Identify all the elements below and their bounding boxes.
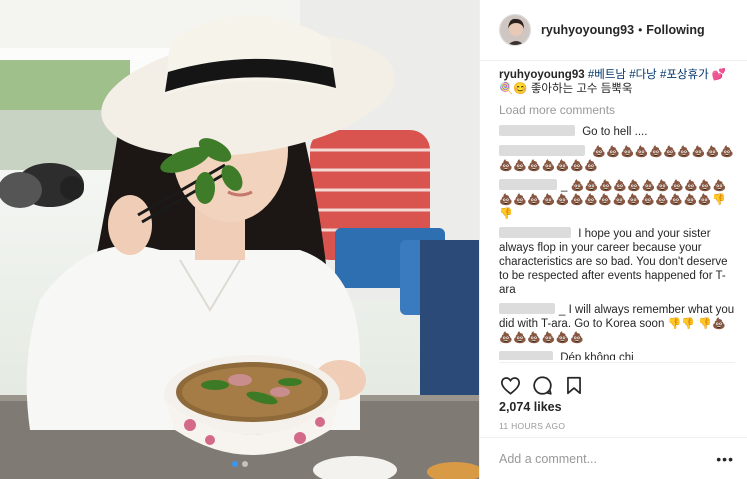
comment-item: I hope you and your sister always flop i… [499, 227, 735, 297]
comment-item: Go to hell .... [499, 125, 735, 139]
likes-count[interactable]: 2,074 likes [499, 400, 562, 414]
username-suffix: _ [561, 180, 568, 192]
hashtag-link[interactable]: #다낭 [629, 69, 657, 81]
blurred-username[interactable] [499, 351, 553, 360]
hashtag-link[interactable]: #베트남 [588, 69, 626, 81]
add-comment-input[interactable] [499, 451, 717, 466]
heart-emoji: 💕 [711, 69, 727, 81]
comment-item: 💩💩💩💩💩💩💩💩💩💩💩💩💩💩💩💩💩 [499, 145, 735, 173]
post-header: ryuhyoyoung93 • Following [480, 0, 747, 61]
post-side-panel: ryuhyoyoung93 • Following ryuhyoyoung93 … [479, 0, 747, 479]
bookmark-icon[interactable] [563, 374, 585, 396]
carousel-indicator [0, 461, 479, 467]
thumbs-down-emoji: 👎👎 [667, 317, 695, 330]
comment-text: I hope you and your sister always flop i… [499, 228, 728, 296]
header-username[interactable]: ryuhyoyoung93 [541, 23, 634, 37]
username-suffix: _ [559, 304, 566, 316]
heart-icon[interactable] [499, 374, 521, 396]
caption-text: 🍭😊 좋아하는 고수 듬뿍욱 [499, 83, 633, 95]
more-options-button[interactable]: ••• [716, 451, 734, 467]
blurred-username[interactable] [499, 227, 571, 238]
comment-text: Go to hell .... [582, 126, 648, 138]
following-button[interactable]: Following [646, 23, 704, 37]
carousel-dot-active[interactable] [231, 461, 238, 467]
blurred-username[interactable] [499, 179, 557, 190]
add-comment-bar: ••• [480, 437, 747, 479]
carousel-dot[interactable] [241, 461, 248, 467]
comments-list: ryuhyoyoung93 #베트남 #다낭 #포상휴가 💕 🍭😊 좋아하는 고… [499, 68, 735, 360]
action-bar [499, 374, 731, 396]
avatar[interactable] [499, 14, 531, 46]
actions-divider [499, 362, 735, 363]
comment-item: _ 💩💩💩💩💩💩💩💩💩💩💩💩💩💩💩💩💩💩💩💩💩💩💩💩💩💩👎👎 [499, 179, 735, 221]
comment-icon[interactable] [531, 374, 553, 396]
caption-username[interactable]: ryuhyoyoung93 [499, 69, 585, 81]
blurred-username[interactable] [499, 125, 575, 136]
post-photo[interactable] [0, 0, 479, 479]
post-timestamp[interactable]: 11 HOURS AGO [499, 421, 565, 431]
header-separator: • [638, 23, 643, 37]
blurred-username[interactable] [499, 145, 585, 156]
load-more-comments-button[interactable]: Load more comments [499, 103, 735, 117]
blurred-username[interactable] [499, 303, 555, 314]
comment-item: Dép không chị [499, 351, 735, 360]
hashtag-link[interactable]: #포상휴가 [660, 69, 709, 81]
comment-item: _ I will always remember what you did wi… [499, 303, 735, 345]
post-caption: ryuhyoyoung93 #베트남 #다낭 #포상휴가 💕 🍭😊 좋아하는 고… [499, 68, 735, 96]
post-image [0, 0, 479, 479]
comment-text: Dép không chị [560, 352, 634, 360]
